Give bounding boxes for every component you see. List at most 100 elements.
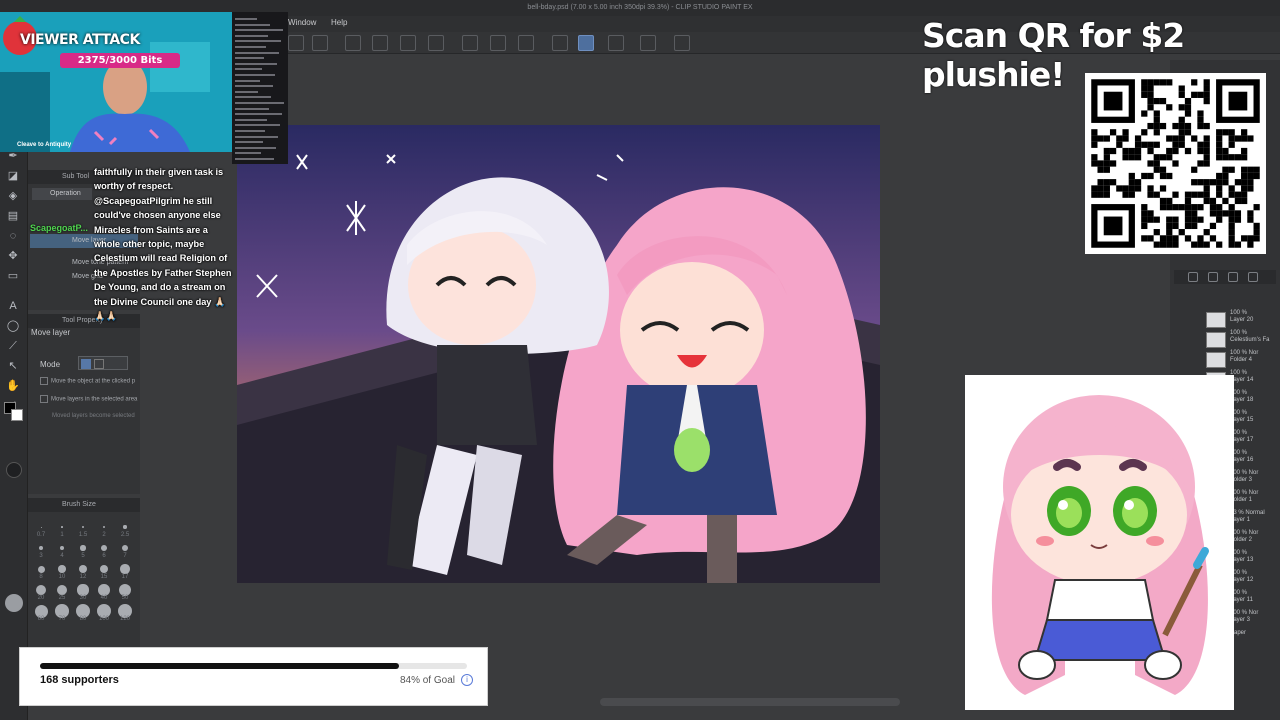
layer-row[interactable]: 100 % Layer 16 <box>1206 450 1280 470</box>
layer-row[interactable]: 23 % Normal Layer 1 <box>1206 510 1280 530</box>
checkbox-icon[interactable] <box>40 395 48 403</box>
copy-icon[interactable] <box>372 35 388 51</box>
ruler-icon[interactable] <box>640 35 656 51</box>
option-move-object[interactable]: Move the object at the clicked p <box>40 377 135 385</box>
qr-module <box>1147 85 1154 92</box>
goal-percentage: 84% of Goal <box>399 675 455 686</box>
clear-icon[interactable] <box>345 35 361 51</box>
brush-size-option[interactable]: 60 <box>32 604 50 622</box>
brush-size-option[interactable]: 3 <box>32 541 50 559</box>
sub-color-swatch[interactable] <box>11 409 23 421</box>
brush-size-option[interactable]: 40 <box>95 583 113 601</box>
layer-row[interactable]: 100 % Nor Layer 3 <box>1206 610 1280 630</box>
layer-row[interactable]: 100 % Nor Folder 2 <box>1206 530 1280 550</box>
qr-module <box>1141 204 1148 211</box>
layer-row[interactable]: 100 % Nor Folder 4 <box>1206 350 1280 370</box>
mode-select[interactable] <box>78 356 128 370</box>
layer-row[interactable]: 100 % Layer 15 <box>1206 410 1280 430</box>
qr-code[interactable] <box>1085 73 1266 254</box>
horizontal-scrollbar[interactable] <box>600 698 900 706</box>
checkbox-icon[interactable] <box>40 377 48 385</box>
layer-row[interactable]: 100 % Layer 17 <box>1206 430 1280 450</box>
settings-icon[interactable] <box>674 35 690 51</box>
transform-icon[interactable] <box>428 35 444 51</box>
menu-help[interactable]: Help <box>331 18 347 27</box>
new-folder-icon[interactable] <box>1208 272 1218 282</box>
layer-row[interactable]: 100 % Nor Folder 3 <box>1206 470 1280 490</box>
chat-preview-line <box>235 130 265 132</box>
clip-layer-icon[interactable] <box>1228 272 1238 282</box>
move-tool-icon[interactable]: ✥ <box>5 248 21 264</box>
brush-size-option[interactable]: 25 <box>53 583 71 601</box>
brush-size-option[interactable]: 8 <box>32 562 50 580</box>
brush-size-option[interactable]: 4 <box>53 541 71 559</box>
hand-tool-icon[interactable]: ✋ <box>5 378 21 394</box>
fill-tool-icon[interactable]: ◈ <box>5 188 21 204</box>
menu-window[interactable]: Window <box>288 18 316 27</box>
chat-username: ScapegoatP... <box>30 223 88 233</box>
brush-size-label: 0.7 <box>36 532 46 538</box>
layer-name: Folder 1 <box>1230 497 1253 503</box>
brush-size-option[interactable]: 2.5 <box>116 520 134 538</box>
layer-row[interactable]: 100 % Layer 18 <box>1206 390 1280 410</box>
mode-object-icon[interactable] <box>81 359 91 369</box>
brush-size-option[interactable]: 50 <box>116 583 134 601</box>
figure-tool-icon[interactable]: ▭ <box>5 268 21 284</box>
brush-size-option[interactable]: 7 <box>116 541 134 559</box>
brush-size-option[interactable]: 120 <box>116 604 134 622</box>
brush-size-option[interactable]: 5 <box>74 541 92 559</box>
brush-size-option[interactable]: 6 <box>95 541 113 559</box>
eraser-tool-icon[interactable]: ◪ <box>5 168 21 184</box>
lasso-tool-icon[interactable]: ◌ <box>5 228 21 244</box>
qr-module <box>1234 179 1242 186</box>
qr-module <box>1159 185 1167 192</box>
brush-size-option[interactable]: 80 <box>74 604 92 622</box>
correct-line-icon[interactable]: ⟋ <box>5 338 21 354</box>
crop-icon[interactable] <box>490 35 506 51</box>
qr-module <box>1203 160 1210 167</box>
brush-icon[interactable] <box>608 35 624 51</box>
new-layer-icon[interactable] <box>1188 272 1198 282</box>
brush-size-option[interactable]: 17 <box>116 562 134 580</box>
brush-size-option[interactable]: 20 <box>32 583 50 601</box>
qr-module <box>1241 172 1248 180</box>
tab-operation[interactable]: Operation <box>32 188 92 200</box>
deselect-icon[interactable] <box>462 35 478 51</box>
layer-row[interactable]: 100 % Layer 14 <box>1206 370 1280 390</box>
layer-row[interactable]: 100 % Layer 11 <box>1206 590 1280 610</box>
fill-icon[interactable] <box>400 35 416 51</box>
brush-size-option[interactable]: 70 <box>53 604 71 622</box>
redo-icon[interactable] <box>312 35 328 51</box>
mode-area-icon[interactable] <box>94 359 104 369</box>
undo-icon[interactable] <box>288 35 304 51</box>
text-tool-icon[interactable]: A <box>5 298 21 314</box>
layer-row[interactable]: 100 % Layer 13 <box>1206 550 1280 570</box>
balloon-tool-icon[interactable]: ◯ <box>5 318 21 334</box>
layer-row[interactable]: 100 % Celestium's Fa <box>1206 330 1280 350</box>
brush-size-option[interactable]: 1 <box>53 520 71 538</box>
layer-row[interactable]: Paper <box>1206 630 1280 650</box>
brush-size-option[interactable]: 15 <box>95 562 113 580</box>
layer-row[interactable]: 100 % Layer 12 <box>1206 570 1280 590</box>
qr-module <box>1153 241 1160 248</box>
brush-size-option[interactable]: 1.5 <box>74 520 92 538</box>
brush-size-option[interactable]: 30 <box>74 583 92 601</box>
color-wheel-icon[interactable] <box>6 462 22 478</box>
stabilization-icon[interactable] <box>578 35 594 51</box>
delete-layer-icon[interactable] <box>1248 272 1258 282</box>
brush-size-option[interactable]: 12 <box>74 562 92 580</box>
layer-row[interactable]: 100 % Nor Folder 1 <box>1206 490 1280 510</box>
supporters-goal-card: 168 supporters 84% of Goal i <box>19 647 488 706</box>
brush-size-option[interactable]: 100 <box>95 604 113 622</box>
option-move-layers[interactable]: Move layers in the selected area <box>40 395 137 403</box>
gradient-tool-icon[interactable]: ▤ <box>5 208 21 224</box>
layer-row[interactable]: 100 % Layer 20 <box>1206 310 1280 330</box>
brush-size-option[interactable]: 2 <box>95 520 113 538</box>
brush-size-option[interactable]: 10 <box>53 562 71 580</box>
select-tool-icon[interactable]: ↖ <box>5 358 21 374</box>
info-icon[interactable]: i <box>461 674 473 686</box>
pen-pressure-icon[interactable] <box>552 35 568 51</box>
brush-size-option[interactable]: 0.7 <box>32 520 50 538</box>
invert-icon[interactable] <box>518 35 534 51</box>
drawing-canvas[interactable] <box>237 125 880 583</box>
